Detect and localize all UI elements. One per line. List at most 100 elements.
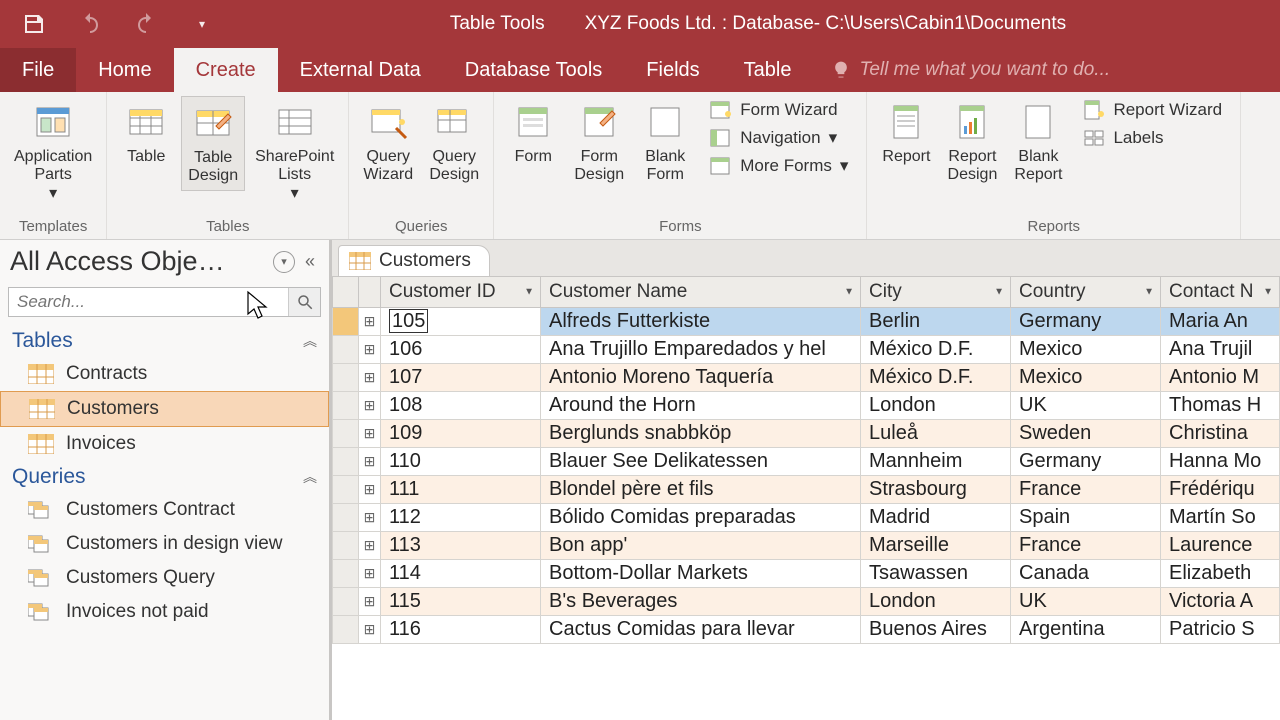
row-selector[interactable] bbox=[333, 364, 359, 392]
table-row[interactable]: ⊞ 106 Ana Trujillo Emparedados y hel Méx… bbox=[333, 336, 1280, 364]
nav-section-queries[interactable]: Queries︽ bbox=[0, 461, 329, 493]
nav-item-customers[interactable]: Customers bbox=[0, 391, 329, 427]
cell-city[interactable]: Mannheim bbox=[861, 448, 1011, 476]
nav-collapse-icon[interactable]: « bbox=[301, 251, 319, 272]
expand-icon[interactable]: ⊞ bbox=[359, 560, 381, 588]
table-row[interactable]: ⊞ 107 Antonio Moreno Taquería México D.F… bbox=[333, 364, 1280, 392]
table-design-button[interactable]: Table Design bbox=[181, 96, 245, 191]
column-header[interactable]: Customer ID▼ bbox=[381, 277, 541, 308]
labels-button[interactable]: Labels bbox=[1079, 126, 1226, 150]
table-row[interactable]: ⊞ 110 Blauer See Delikatessen Mannheim G… bbox=[333, 448, 1280, 476]
cell-country[interactable]: Germany bbox=[1011, 448, 1161, 476]
table-button[interactable]: Table bbox=[115, 96, 177, 170]
cell-name[interactable]: Blauer See Delikatessen bbox=[541, 448, 861, 476]
cell-city[interactable]: México D.F. bbox=[861, 364, 1011, 392]
cell-contact[interactable]: Christina bbox=[1161, 420, 1280, 448]
cell-name[interactable]: B's Beverages bbox=[541, 588, 861, 616]
row-selector[interactable] bbox=[333, 308, 359, 336]
nav-item-invoices[interactable]: Invoices bbox=[0, 427, 329, 461]
undo-icon[interactable] bbox=[76, 10, 104, 38]
cell-name[interactable]: Around the Horn bbox=[541, 392, 861, 420]
cell-country[interactable]: Argentina bbox=[1011, 616, 1161, 644]
cell-country[interactable]: France bbox=[1011, 476, 1161, 504]
cell-country[interactable]: UK bbox=[1011, 392, 1161, 420]
search-input[interactable] bbox=[9, 288, 288, 316]
data-grid[interactable]: Customer ID▼Customer Name▼City▼Country▼ C… bbox=[332, 276, 1280, 720]
row-selector[interactable] bbox=[333, 476, 359, 504]
table-row[interactable]: ⊞ 116 Cactus Comidas para llevar Buenos … bbox=[333, 616, 1280, 644]
report-design-button[interactable]: Report Design bbox=[941, 96, 1003, 189]
row-selector[interactable] bbox=[333, 532, 359, 560]
cell-name[interactable]: Bottom-Dollar Markets bbox=[541, 560, 861, 588]
save-icon[interactable] bbox=[20, 10, 48, 38]
table-row[interactable]: ⊞ 108 Around the Horn London UK Thomas H bbox=[333, 392, 1280, 420]
query-wizard-button[interactable]: Query Wizard bbox=[357, 96, 419, 189]
cell-city[interactable]: México D.F. bbox=[861, 336, 1011, 364]
cell-id[interactable]: 111 bbox=[381, 476, 541, 504]
table-row[interactable]: ⊞ 112 Bólido Comidas preparadas Madrid S… bbox=[333, 504, 1280, 532]
cell-contact[interactable]: Patricio S bbox=[1161, 616, 1280, 644]
row-selector[interactable] bbox=[333, 616, 359, 644]
cell-contact[interactable]: Maria An bbox=[1161, 308, 1280, 336]
tab-customers[interactable]: Customers bbox=[338, 245, 490, 276]
nav-section-tables[interactable]: Tables︽ bbox=[0, 325, 329, 357]
table-row[interactable]: ⊞ 113 Bon app' Marseille France Laurence bbox=[333, 532, 1280, 560]
cell-contact[interactable]: Elizabeth bbox=[1161, 560, 1280, 588]
column-header[interactable]: Customer Name▼ bbox=[541, 277, 861, 308]
cell-city[interactable]: Luleå bbox=[861, 420, 1011, 448]
cell-city[interactable]: Strasbourg bbox=[861, 476, 1011, 504]
expand-icon[interactable]: ⊞ bbox=[359, 532, 381, 560]
cell-city[interactable]: Berlin bbox=[861, 308, 1011, 336]
cell-country[interactable]: Germany bbox=[1011, 308, 1161, 336]
cell-country[interactable]: Spain bbox=[1011, 504, 1161, 532]
row-selector[interactable] bbox=[333, 448, 359, 476]
nav-item-contracts[interactable]: Contracts bbox=[0, 357, 329, 391]
cell-name[interactable]: Antonio Moreno Taquería bbox=[541, 364, 861, 392]
cell-country[interactable]: UK bbox=[1011, 588, 1161, 616]
form-button[interactable]: Form bbox=[502, 96, 564, 170]
expand-icon[interactable]: ⊞ bbox=[359, 420, 381, 448]
cell-name[interactable]: Alfreds Futterkiste bbox=[541, 308, 861, 336]
nav-item-query[interactable]: Customers in design view bbox=[0, 527, 329, 561]
search-icon[interactable] bbox=[288, 288, 320, 316]
tab-table[interactable]: Table bbox=[722, 48, 814, 92]
nav-search[interactable] bbox=[8, 287, 321, 317]
cell-city[interactable]: Buenos Aires bbox=[861, 616, 1011, 644]
more-forms-button[interactable]: More Forms ▾ bbox=[706, 154, 852, 178]
row-selector[interactable] bbox=[333, 560, 359, 588]
row-selector[interactable] bbox=[333, 392, 359, 420]
cell-city[interactable]: London bbox=[861, 392, 1011, 420]
expand-icon[interactable]: ⊞ bbox=[359, 616, 381, 644]
tell-me-search[interactable]: Tell me what you want to do... bbox=[813, 48, 1110, 92]
expand-icon[interactable]: ⊞ bbox=[359, 308, 381, 336]
row-selector[interactable] bbox=[333, 336, 359, 364]
cell-name[interactable]: Cactus Comidas para llevar bbox=[541, 616, 861, 644]
expand-icon[interactable]: ⊞ bbox=[359, 476, 381, 504]
cell-contact[interactable]: Ana Trujil bbox=[1161, 336, 1280, 364]
cell-name[interactable]: Berglunds snabbköp bbox=[541, 420, 861, 448]
table-row[interactable]: ⊞ 114 Bottom-Dollar Markets Tsawassen Ca… bbox=[333, 560, 1280, 588]
cell-country[interactable]: Mexico bbox=[1011, 336, 1161, 364]
tab-file[interactable]: File bbox=[0, 48, 76, 92]
column-header[interactable]: City▼ bbox=[861, 277, 1011, 308]
cell-city[interactable]: Tsawassen bbox=[861, 560, 1011, 588]
qat-customize-icon[interactable]: ▾ bbox=[188, 10, 216, 38]
row-selector[interactable] bbox=[333, 420, 359, 448]
nav-item-query[interactable]: Invoices not paid bbox=[0, 595, 329, 629]
form-wizard-button[interactable]: Form Wizard bbox=[706, 98, 852, 122]
cell-contact[interactable]: Frédériqu bbox=[1161, 476, 1280, 504]
cell-id[interactable]: 113 bbox=[381, 532, 541, 560]
cell-country[interactable]: Canada bbox=[1011, 560, 1161, 588]
column-header[interactable]: Country▼ bbox=[1011, 277, 1161, 308]
tab-home[interactable]: Home bbox=[76, 48, 173, 92]
cell-name[interactable]: Bólido Comidas preparadas bbox=[541, 504, 861, 532]
cell-id[interactable]: 108 bbox=[381, 392, 541, 420]
cell-contact[interactable]: Thomas H bbox=[1161, 392, 1280, 420]
cell-city[interactable]: Madrid bbox=[861, 504, 1011, 532]
cell-city[interactable]: London bbox=[861, 588, 1011, 616]
cell-id[interactable]: 106 bbox=[381, 336, 541, 364]
cell-id[interactable]: 107 bbox=[381, 364, 541, 392]
query-design-button[interactable]: Query Design bbox=[423, 96, 485, 189]
table-row[interactable]: ⊞ 105 Alfreds Futterkiste Berlin Germany… bbox=[333, 308, 1280, 336]
cell-id[interactable]: 116 bbox=[381, 616, 541, 644]
